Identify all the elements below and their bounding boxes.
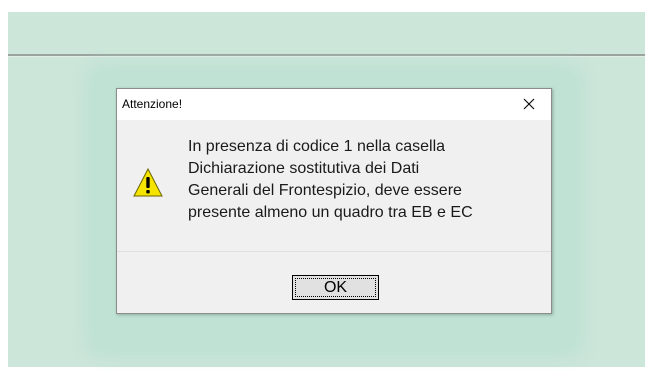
dialog-title: Attenzione! [122,97,183,111]
dialog-button-row: OK [117,252,551,313]
alert-dialog: Attenzione! In presenza di codice 1 nell… [116,88,552,314]
close-icon [523,98,535,110]
app-separator [8,54,645,57]
ok-button[interactable]: OK [292,275,379,300]
dialog-title-bar[interactable]: Attenzione! [117,89,551,120]
dialog-message: In presenza di codice 1 nella casella Di… [188,138,473,221]
dialog-content: In presenza di codice 1 nella casella Di… [117,120,551,251]
ok-button-label: OK [295,278,376,297]
warning-icon [133,167,163,197]
close-button[interactable] [507,89,551,119]
